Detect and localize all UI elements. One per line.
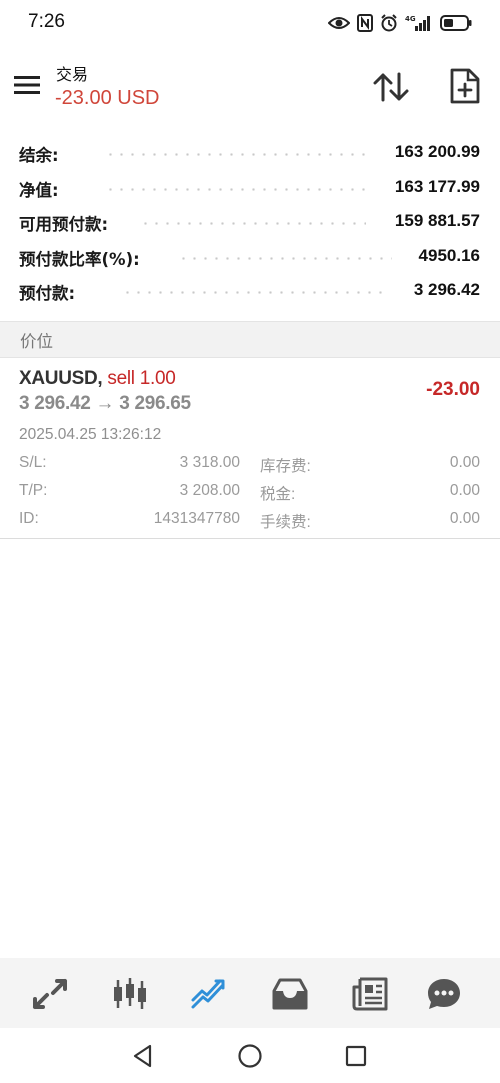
commission-value: 0.00 — [449, 510, 480, 527]
id-label: ID: — [19, 510, 39, 527]
status-icons: 4G — [328, 12, 472, 34]
summary-value: 3 296.42 — [413, 280, 480, 299]
app-bar: 交易 -23.00 USD — [0, 46, 500, 126]
tax-value: 0.00 — [449, 482, 480, 499]
summary-row-free-margin: 可用预付款: 159 881.57 — [0, 207, 500, 242]
positions-section-header: 价位 — [0, 321, 500, 358]
swap-label: 库存费: — [260, 458, 311, 475]
position-profit: -23.00 — [426, 379, 480, 400]
summary-label: 结余: — [19, 142, 65, 166]
summary-row-margin-level: 预付款比率(%): 4950.16 — [0, 242, 500, 277]
position-title: XAUUSD, sell 1.00 — [19, 368, 176, 390]
position-open-time: 2025.04.25 13:26:12 — [19, 426, 162, 443]
svg-text:4G: 4G — [405, 15, 416, 23]
quotes-icon[interactable] — [28, 972, 72, 1016]
status-time: 7:26 — [28, 11, 65, 32]
leader-dots — [105, 187, 366, 191]
chart-icon[interactable] — [108, 972, 152, 1016]
position-side: sell 1.00 — [107, 368, 176, 389]
leader-dots — [140, 222, 366, 225]
back-icon[interactable] — [128, 1041, 158, 1071]
battery-icon — [440, 14, 472, 32]
menu-icon[interactable] — [14, 74, 42, 96]
tp-value: 3 208.00 — [179, 482, 240, 499]
recents-icon[interactable] — [341, 1041, 371, 1071]
leader-dots — [122, 291, 386, 294]
history-icon[interactable] — [268, 972, 312, 1016]
alarm-icon — [380, 14, 398, 32]
chat-icon[interactable] — [422, 972, 466, 1016]
signal-icon: 4G — [405, 14, 433, 32]
leader-dots — [105, 153, 366, 156]
summary-label: 可用预付款: — [19, 211, 115, 235]
section-title: 价位 — [20, 332, 53, 351]
home-icon[interactable] — [235, 1041, 265, 1071]
sl-value: 3 318.00 — [179, 454, 240, 471]
news-icon[interactable] — [348, 972, 392, 1016]
tp-label: T/P: — [19, 482, 48, 499]
tax-label: 税金: — [260, 486, 296, 503]
summary-label: 净值: — [19, 176, 65, 201]
leader-dots — [178, 256, 392, 260]
system-navigation-bar — [0, 1028, 500, 1083]
position-item[interactable]: XAUUSD, sell 1.00 3 296.42 → 3 296.65 -2… — [0, 358, 500, 539]
summary-value: 163 200.99 — [394, 142, 480, 161]
sl-label: S/L: — [19, 454, 47, 471]
sort-icon[interactable] — [372, 70, 410, 104]
nfc-icon — [357, 14, 373, 32]
summary-value: 163 177.99 — [394, 176, 480, 196]
account-summary: 结余: 163 200.99 净值: 163 177.99 可用预付款: 159… — [0, 138, 500, 311]
summary-row-equity: 净值: 163 177.99 — [0, 173, 500, 208]
summary-value: 159 881.57 — [394, 211, 480, 230]
eye-icon — [328, 15, 350, 31]
summary-label: 预付款: — [19, 280, 82, 304]
summary-row-balance: 结余: 163 200.99 — [0, 138, 500, 173]
commission-label: 手续费: — [260, 514, 311, 531]
new-order-icon[interactable] — [449, 68, 481, 104]
bottom-navigation — [0, 958, 500, 1028]
trade-icon[interactable] — [188, 972, 232, 1016]
id-value: 1431347780 — [153, 510, 240, 527]
position-prices: 3 296.42 → 3 296.65 — [19, 393, 191, 414]
swap-value: 0.00 — [449, 454, 480, 471]
page-title: 交易 — [56, 65, 89, 84]
summary-value: 4950.16 — [418, 245, 480, 265]
summary-row-margin: 预付款: 3 296.42 — [0, 276, 500, 311]
position-symbol: XAUUSD, — [19, 368, 103, 389]
summary-label: 预付款比率(%): — [19, 245, 146, 270]
floating-balance: -23.00 USD — [55, 87, 160, 109]
status-bar: 7:26 4G — [0, 0, 500, 46]
